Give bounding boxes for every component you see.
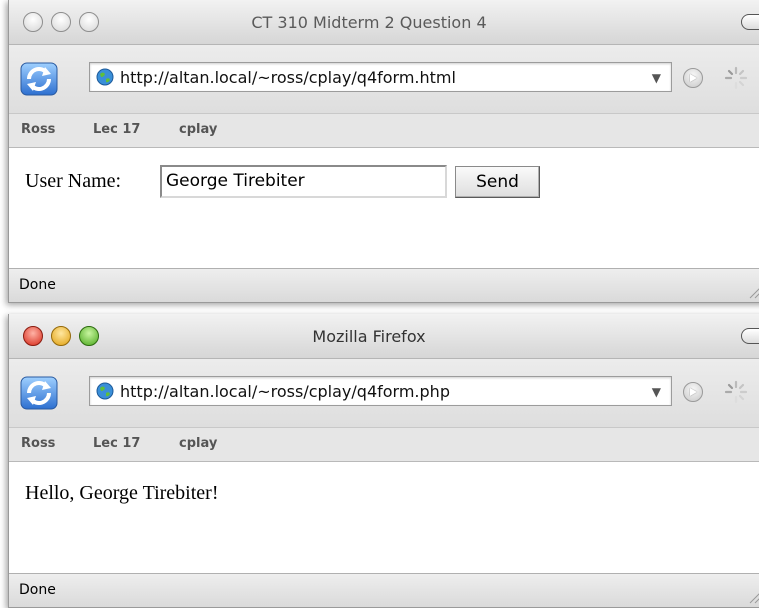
dropdown-arrow-icon[interactable]: ▼	[652, 385, 661, 399]
url-text: http://altan.local/~ross/cplay/q4form.ht…	[120, 68, 456, 87]
url-text: http://altan.local/~ross/cplay/q4form.ph…	[120, 382, 450, 401]
navigation-toolbar: http://altan.local/~ross/cplay/q4form.ph…	[9, 359, 759, 427]
window-title: CT 310 Midterm 2 Question 4	[251, 13, 487, 32]
bookmark-ross[interactable]: Ross	[21, 436, 55, 451]
globe-icon	[96, 68, 114, 86]
bookmarks-bar: Ross Lec 17 cplay	[9, 113, 759, 148]
spinner-icon	[724, 66, 748, 90]
bookmarks-bar: Ross Lec 17 cplay	[9, 427, 759, 462]
url-bar[interactable]: http://altan.local/~ross/cplay/q4form.ph…	[89, 376, 672, 406]
user-name-input[interactable]: George Tirebiter	[160, 165, 447, 198]
bookmark-cplay[interactable]: cplay	[179, 122, 217, 137]
url-bar[interactable]: http://altan.local/~ross/cplay/q4form.ht…	[89, 62, 672, 92]
browser-window-result: Mozilla Firefox http://altan.local/~ross…	[8, 314, 759, 608]
reload-icon[interactable]	[19, 59, 59, 99]
greeting-text: Hello, George Tirebiter!	[25, 482, 219, 504]
status-bar: Done	[9, 573, 759, 607]
toolbar-toggle-button[interactable]	[741, 328, 759, 344]
bookmark-cplay[interactable]: cplay	[179, 436, 217, 451]
dropdown-arrow-icon[interactable]: ▼	[652, 71, 661, 85]
spinner-icon	[724, 380, 748, 404]
go-icon[interactable]	[683, 382, 703, 402]
resize-grip-icon[interactable]	[747, 590, 759, 604]
user-name-label: User Name:	[25, 170, 122, 192]
toolbar-toggle-button[interactable]	[741, 14, 759, 30]
page-content: Hello, George Tirebiter!	[9, 462, 759, 582]
reload-icon[interactable]	[19, 373, 59, 413]
bookmark-lec-17[interactable]: Lec 17	[93, 122, 140, 137]
title-bar[interactable]: Mozilla Firefox	[9, 314, 759, 359]
status-text: Done	[19, 582, 56, 598]
globe-icon	[96, 382, 114, 400]
go-icon[interactable]	[683, 68, 703, 88]
status-bar: Done	[9, 268, 759, 302]
send-button[interactable]: Send	[455, 166, 540, 198]
browser-window-form: CT 310 Midterm 2 Question 4 http://altan…	[8, 0, 759, 303]
status-text: Done	[19, 277, 56, 293]
bookmark-ross[interactable]: Ross	[21, 122, 55, 137]
title-bar[interactable]: CT 310 Midterm 2 Question 4	[9, 0, 759, 45]
resize-grip-icon[interactable]	[747, 285, 759, 299]
page-content: User Name: George Tirebiter Send	[9, 148, 759, 268]
window-title: Mozilla Firefox	[312, 327, 426, 346]
navigation-toolbar: http://altan.local/~ross/cplay/q4form.ht…	[9, 45, 759, 113]
bookmark-lec-17[interactable]: Lec 17	[93, 436, 140, 451]
